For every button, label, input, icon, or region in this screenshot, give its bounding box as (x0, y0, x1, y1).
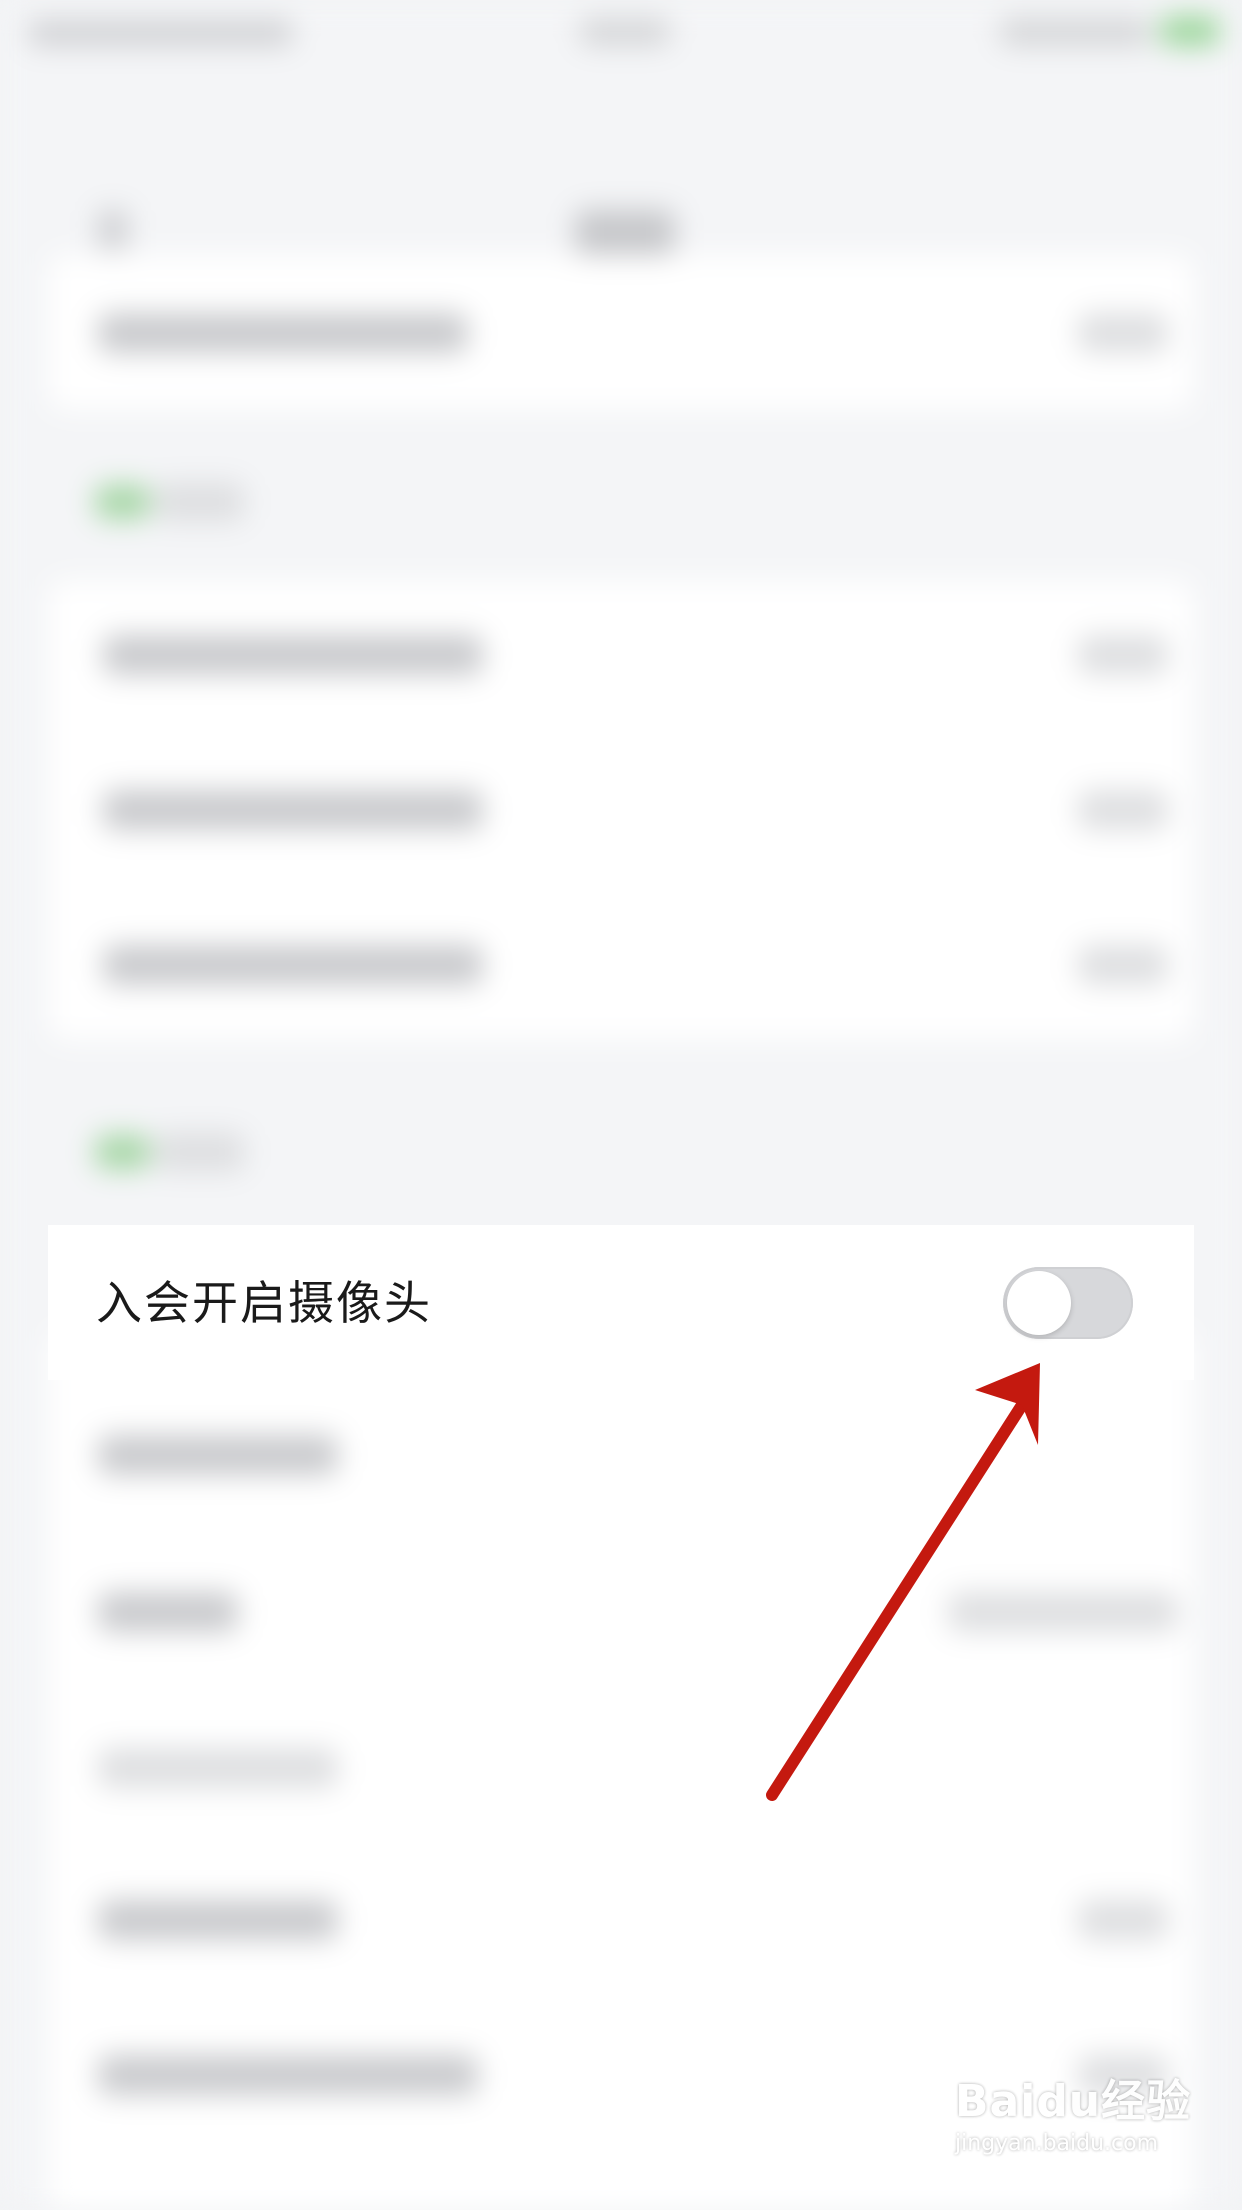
battery-icon (1160, 16, 1220, 46)
blurred-background (0, 0, 1242, 2210)
camera-on-join-toggle[interactable] (1003, 1267, 1133, 1339)
section-header-2 (155, 1132, 245, 1172)
baidu-watermark: Baidu经验 jingyan.baidu.com (955, 2065, 1191, 2156)
status-carrier (28, 20, 293, 46)
navigation-bar (0, 70, 1242, 255)
section-icon-2 (95, 1135, 150, 1169)
camera-on-join-row: 入会开启摄像头 (48, 1225, 1194, 1380)
toggle-knob (1007, 1271, 1071, 1335)
settings-card-top (48, 255, 1194, 410)
settings-card-middle (48, 580, 1194, 1040)
watermark-brand: Baidu经验 (955, 2076, 1192, 2127)
camera-on-join-label: 入会开启摄像头 (96, 1276, 432, 1330)
status-time (580, 18, 670, 46)
watermark-url: jingyan.baidu.com (955, 2131, 1159, 2156)
section-icon (95, 485, 150, 519)
status-bar (0, 0, 1242, 70)
section-header (155, 482, 245, 522)
status-icons (1000, 18, 1150, 46)
back-icon (98, 210, 128, 250)
page-title (575, 210, 675, 255)
